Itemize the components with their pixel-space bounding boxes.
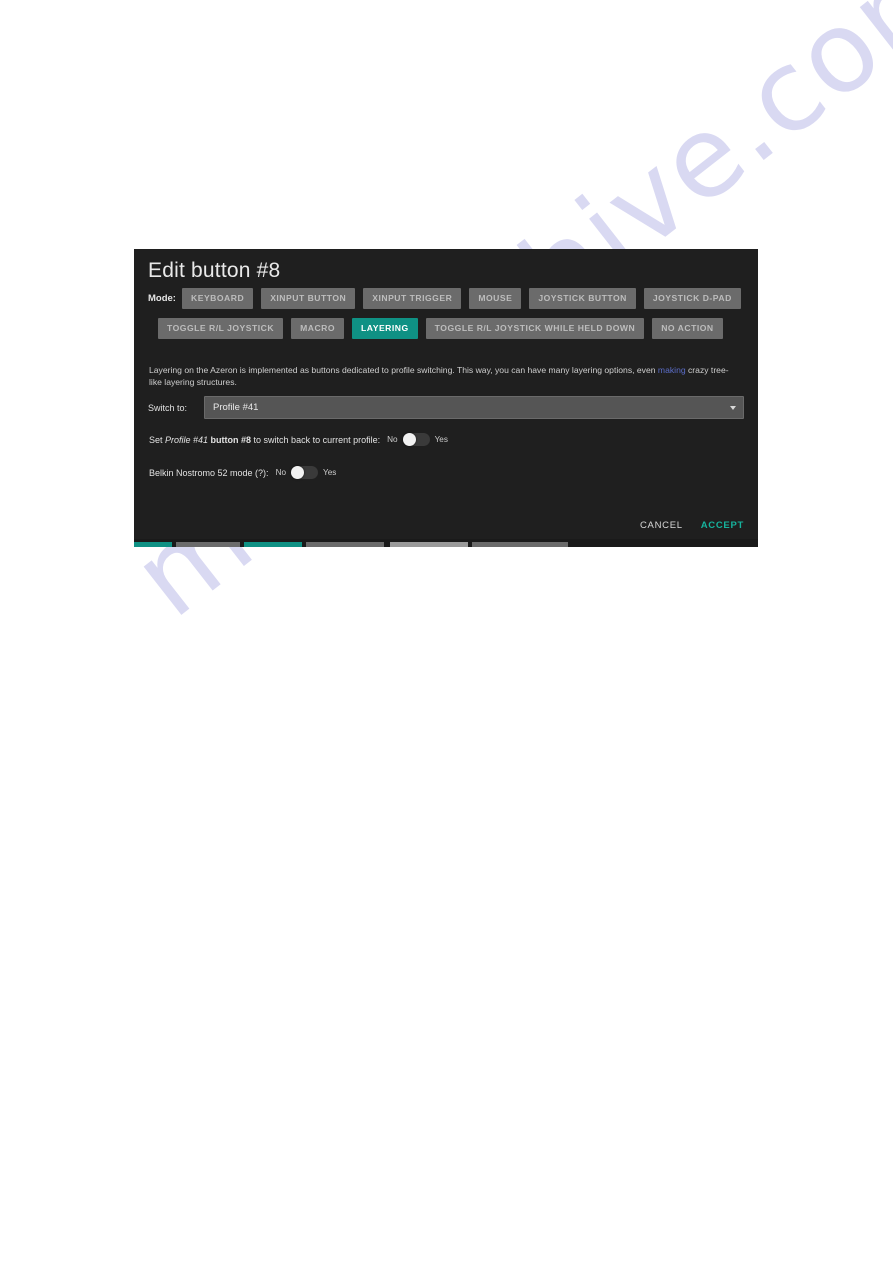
switch-back-label: Set Profile #41 button #8 to switch back…	[149, 435, 380, 445]
mode-button-layering[interactable]: LAYERING	[352, 318, 418, 339]
mode-button-toggle-r-l-joystick[interactable]: TOGGLE R/L JOYSTICK	[158, 318, 284, 339]
belkin-off-label: No	[275, 468, 287, 477]
edit-button-dialog: Edit button #8 Mode: KEYBOARD XINPUT BUTT…	[134, 249, 758, 547]
mode-button-joystick-d-pad[interactable]: JOYSTICK D-PAD	[643, 288, 741, 309]
switch-back-button-name: button #8	[208, 434, 252, 445]
strip-chip	[176, 542, 240, 547]
strip-chip	[306, 542, 384, 547]
toggle-knob	[402, 433, 416, 446]
cancel-button[interactable]: CANCEL	[640, 520, 683, 531]
switch-to-row: Switch to: Profile #41	[148, 396, 744, 419]
switch-back-suffix: to switch back to current profile:	[251, 434, 381, 445]
mode-button-mouse[interactable]: MOUSE	[469, 288, 522, 309]
strip-chip	[244, 542, 302, 547]
belkin-mode-toggle[interactable]	[291, 466, 319, 479]
dialog-title: Edit button #8	[148, 259, 281, 282]
description-part-1: Layering on the Azeron is implemented as…	[149, 365, 658, 375]
profile-select-value: Profile #41	[213, 402, 259, 413]
mode-button-macro[interactable]: MACRO	[291, 318, 345, 339]
belkin-mode-label: Belkin Nostromo 52 mode (?):	[149, 467, 269, 478]
mode-buttons-row-2: TOGGLE R/L JOYSTICK MACRO LAYERING TOGGLE R…	[158, 318, 723, 339]
strip-chip	[134, 542, 172, 547]
chevron-down-icon	[730, 405, 736, 410]
belkin-on-label: Yes	[323, 468, 337, 477]
mode-button-keyboard[interactable]: KEYBOARD	[182, 288, 254, 309]
switch-back-prefix: Set	[149, 434, 166, 445]
mode-button-joystick-button[interactable]: JOYSTICK BUTTON	[529, 288, 636, 309]
switch-back-toggle[interactable]	[402, 433, 430, 446]
strip-chip	[390, 542, 468, 547]
accept-button[interactable]: ACCEPT	[701, 520, 744, 531]
description-highlight: making	[657, 365, 686, 375]
mode-label: Mode:	[148, 293, 176, 304]
mode-button-xinput-trigger[interactable]: XINPUT TRIGGER	[363, 288, 462, 309]
strip-chip	[472, 542, 568, 547]
mode-button-xinput-button[interactable]: XINPUT BUTTON	[261, 288, 356, 309]
profile-select-dropdown[interactable]: Profile #41	[204, 396, 744, 419]
switch-back-off-label: No	[387, 435, 398, 444]
mode-buttons-row-1: KEYBOARD XINPUT BUTTON XINPUT TRIGGER MOUSE…	[182, 288, 741, 309]
switch-back-profile-name: Profile #41	[165, 434, 209, 445]
switch-back-toggle-row: Set Profile #41 button #8 to switch back…	[149, 433, 453, 446]
switch-to-label: Switch to:	[148, 402, 188, 413]
layering-description: Layering on the Azeron is implemented as…	[149, 365, 739, 388]
dialog-action-buttons: CANCEL ACCEPT	[640, 520, 744, 531]
toggle-knob	[291, 466, 305, 479]
mode-button-no-action[interactable]: NO ACTION	[652, 318, 723, 339]
belkin-mode-toggle-row: Belkin Nostromo 52 mode (?): No Yes	[149, 466, 341, 479]
mode-button-toggle-r-l-joystick-while-held-down[interactable]: TOGGLE R/L JOYSTICK WHILE HELD DOWN	[425, 318, 645, 339]
document-page-background	[0, 0, 893, 1263]
switch-back-on-label: Yes	[434, 435, 448, 444]
background-app-strip	[134, 539, 758, 547]
